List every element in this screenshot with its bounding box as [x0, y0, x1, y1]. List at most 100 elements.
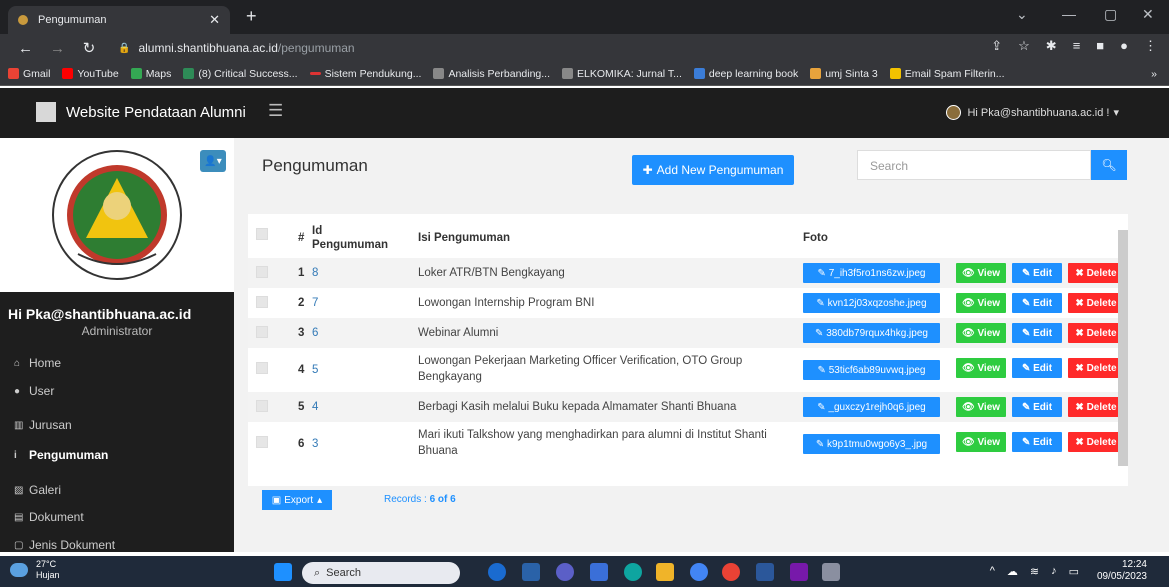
foto-link-button[interactable]: ✎ 7_ih3f5ro1ns6zw.jpeg [803, 263, 940, 283]
row-id-link[interactable]: 5 [312, 364, 318, 376]
sidebar-item-pengumuman[interactable]: i Pengumuman [14, 448, 108, 462]
edit-button[interactable]: ✎ Edit [1012, 358, 1062, 378]
search-button[interactable]: 🔍︎ [1091, 150, 1127, 180]
chrome-profile-icon[interactable] [722, 563, 740, 581]
delete-button[interactable]: ✖ Delete [1068, 263, 1124, 283]
teams-icon[interactable] [556, 563, 574, 581]
edit-button[interactable]: ✎ Edit [1012, 323, 1062, 343]
file-explorer-icon[interactable] [522, 563, 540, 581]
sidebar-item-jurusan[interactable]: ▥ Jurusan [14, 418, 72, 432]
windows-start-icon[interactable] [274, 563, 292, 581]
taskbar-clock[interactable]: 12:24 09/05/2023 [1097, 559, 1147, 583]
star-icon[interactable]: ☆ [1018, 38, 1030, 54]
app-icon[interactable] [488, 563, 506, 581]
export-button[interactable]: ▣ Export ▴ [262, 490, 332, 510]
folder-icon[interactable] [656, 563, 674, 581]
close-window-icon[interactable]: ✕ [1142, 6, 1154, 23]
foto-link-button[interactable]: ✎ 53ticf6ab89uvwq.jpeg [803, 360, 940, 380]
view-button[interactable]: 👁 View [956, 323, 1006, 343]
row-checkbox[interactable] [256, 266, 268, 278]
row-id-link[interactable]: 7 [312, 297, 318, 309]
delete-button[interactable]: ✖ Delete [1068, 323, 1124, 343]
row-id-link[interactable]: 4 [312, 401, 318, 413]
edit-button[interactable]: ✎ Edit [1012, 397, 1062, 417]
row-id-link[interactable]: 6 [312, 327, 318, 339]
browser-tab[interactable]: Pengumuman ✕ [8, 6, 230, 34]
bookmark-maps[interactable]: Maps [130, 68, 171, 80]
delete-button[interactable]: ✖ Delete [1068, 358, 1124, 378]
sidebar-item-dokument[interactable]: ▤ Dokument [14, 510, 84, 524]
chrome-icon[interactable] [690, 563, 708, 581]
new-tab-icon[interactable]: + [246, 6, 257, 27]
bookmark-gmail[interactable]: Gmail [8, 68, 50, 80]
back-icon[interactable]: ← [18, 40, 33, 57]
powerpoint-icon[interactable] [790, 563, 808, 581]
cloud-icon[interactable]: ☁ [1007, 565, 1018, 578]
reading-list-icon[interactable]: ≡ [1073, 38, 1081, 54]
battery-icon[interactable]: ▭ [1069, 565, 1079, 578]
close-tab-icon[interactable]: ✕ [209, 12, 220, 28]
sidepanel-icon[interactable]: ■ [1096, 38, 1104, 54]
view-button[interactable]: 👁 View [956, 263, 1006, 283]
row-checkbox[interactable] [256, 436, 268, 448]
delete-button[interactable]: ✖ Delete [1068, 432, 1124, 452]
foto-link-button[interactable]: ✎ _guxczy1rejh0q6.jpeg [803, 397, 940, 417]
bookmark-elkomika[interactable]: ELKOMIKA: Jurnal T... [562, 68, 682, 80]
sidebar-item-jenis-dokument[interactable]: ▢ Jenis Dokument [14, 538, 115, 552]
sidebar-item-galeri[interactable]: ▨ Galeri [14, 483, 61, 497]
forward-icon[interactable]: → [50, 40, 65, 57]
sidebar-item-home[interactable]: ⌂ Home [14, 356, 61, 370]
extensions-icon[interactable]: ✱ [1046, 38, 1057, 54]
menu-icon[interactable]: ⋮ [1144, 38, 1157, 54]
sidebar-item-user[interactable]: ● User [14, 384, 54, 398]
view-button[interactable]: 👁 View [956, 358, 1006, 378]
bookmark-email-spam[interactable]: Email Spam Filterin... [889, 68, 1005, 80]
bookmark-analisis[interactable]: Analisis Perbanding... [433, 68, 550, 80]
view-button[interactable]: 👁 View [956, 432, 1006, 452]
user-options-button[interactable]: 👤▾ [200, 150, 226, 172]
row-checkbox[interactable] [256, 400, 268, 412]
wifi-icon[interactable]: ≋ [1030, 565, 1039, 578]
edit-button[interactable]: ✎ Edit [1012, 293, 1062, 313]
profile-icon[interactable]: ● [1120, 38, 1128, 54]
url-field[interactable]: 🔒 alumni.shantibhuana.ac.id/pengumuman [118, 41, 355, 55]
app-icon[interactable] [822, 563, 840, 581]
edit-button[interactable]: ✎ Edit [1012, 432, 1062, 452]
view-button[interactable]: 👁 View [956, 397, 1006, 417]
minimize-icon[interactable]: — [1062, 6, 1076, 22]
bookmark-critical-success[interactable]: (8) Critical Success... [183, 68, 298, 80]
table-scrollbar[interactable] [1118, 230, 1128, 466]
foto-link-button[interactable]: ✎ k9p1tmu0wgo6y3_.jpg [803, 434, 940, 454]
row-id-link[interactable]: 3 [312, 438, 318, 450]
brand[interactable]: Website Pendataan Alumni [36, 102, 246, 122]
reload-icon[interactable]: ↻ [82, 39, 96, 57]
more-bookmarks-icon[interactable]: » [1151, 68, 1157, 80]
row-checkbox[interactable] [256, 296, 268, 308]
search-input[interactable]: Search [857, 150, 1091, 180]
bookmark-deep-learning[interactable]: deep learning book [693, 68, 798, 80]
hamburger-menu-icon[interactable]: ☰ [268, 101, 283, 121]
word-icon[interactable] [756, 563, 774, 581]
chevron-up-icon[interactable]: ^ [990, 565, 995, 578]
bookmark-youtube[interactable]: YouTube [62, 68, 119, 80]
weather-widget[interactable]: 27°C Hujan [36, 559, 60, 581]
foto-link-button[interactable]: ✎ 380db79rqux4hkg.jpeg [803, 323, 940, 343]
tab-search-icon[interactable]: ⌄ [1016, 6, 1028, 23]
row-checkbox[interactable] [256, 362, 268, 374]
row-id-link[interactable]: 8 [312, 267, 318, 279]
maximize-icon[interactable]: ▢ [1104, 6, 1117, 23]
add-pengumuman-button[interactable]: ✚ Add New Pengumuman [632, 155, 794, 185]
user-dropdown[interactable]: Hi Pka@shantibhuana.ac.id ! ▾ [946, 105, 1119, 120]
delete-button[interactable]: ✖ Delete [1068, 293, 1124, 313]
select-all-checkbox[interactable] [256, 228, 268, 240]
taskbar-search[interactable]: ⌕ Search [302, 562, 460, 584]
bookmark-sistem-pendukung[interactable]: Sistem Pendukung... [309, 68, 421, 80]
view-button[interactable]: 👁 View [956, 293, 1006, 313]
edit-button[interactable]: ✎ Edit [1012, 263, 1062, 283]
row-checkbox[interactable] [256, 326, 268, 338]
share-icon[interactable]: ⇪ [991, 38, 1002, 54]
store-icon[interactable] [590, 563, 608, 581]
edge-icon[interactable] [624, 563, 642, 581]
delete-button[interactable]: ✖ Delete [1068, 397, 1124, 417]
bookmark-umj-sinta[interactable]: umj Sinta 3 [810, 68, 878, 80]
